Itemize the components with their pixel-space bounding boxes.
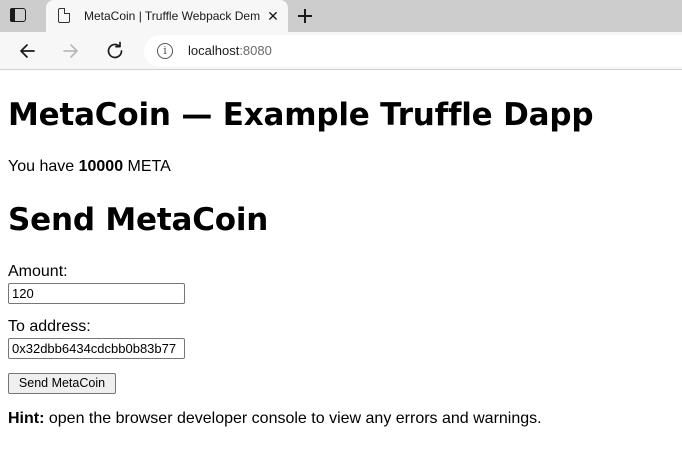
arrow-right-icon[interactable] — [60, 40, 82, 62]
hint-text: Hint: open the browser developer console… — [8, 410, 542, 428]
plus-icon[interactable] — [294, 5, 316, 27]
send-heading: Send MetaCoin — [8, 202, 269, 238]
tab-actions-icon[interactable] — [10, 8, 26, 24]
tab-title: MetaCoin | Truffle Webpack Dem — [84, 9, 261, 23]
browser-tab[interactable]: MetaCoin | Truffle Webpack Dem ✕ — [46, 0, 288, 32]
url-host: localhost — [188, 43, 240, 58]
balance-prefix: You have — [8, 158, 79, 175]
amount-label: Amount: — [8, 263, 68, 280]
address-bar[interactable]: i localhost:8080 — [144, 35, 682, 67]
tab-actions-bar — [10, 8, 15, 22]
amount-input[interactable] — [8, 283, 185, 304]
arrow-left-icon[interactable] — [16, 40, 38, 62]
hint-label: Hint: — [8, 410, 45, 427]
document-icon — [58, 8, 70, 23]
balance-amount: 10000 — [78, 158, 124, 175]
browser-toolbar: i localhost:8080 — [0, 32, 682, 70]
address-label: To address: — [8, 318, 91, 335]
address-input[interactable] — [8, 338, 185, 359]
url-port: :8080 — [239, 43, 272, 58]
tab-strip: MetaCoin | Truffle Webpack Dem ✕ — [0, 0, 682, 32]
info-icon[interactable]: i — [157, 43, 173, 59]
close-icon[interactable]: ✕ — [264, 7, 282, 25]
send-metacoin-button[interactable]: Send MetaCoin — [8, 373, 116, 394]
reload-icon[interactable] — [104, 40, 126, 62]
balance-text: You have 10000 META — [8, 158, 171, 176]
hint-body: open the browser developer console to vi… — [44, 410, 542, 427]
balance-suffix: META — [123, 158, 171, 175]
url-text: localhost:8080 — [188, 43, 272, 58]
page-title: MetaCoin — Example Truffle Dapp — [8, 97, 594, 133]
